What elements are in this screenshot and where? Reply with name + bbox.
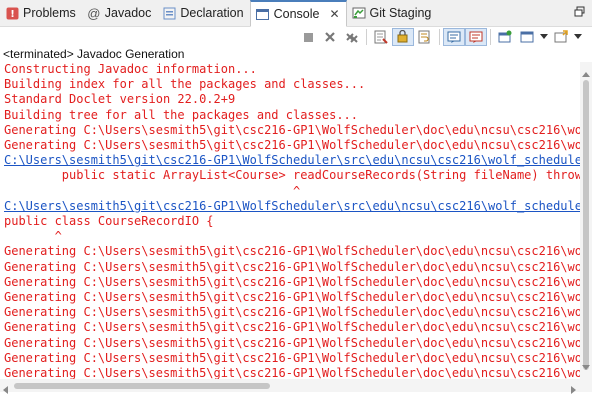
- console-line: Generating C:\Users\sesmith5\git\csc216-…: [4, 138, 580, 153]
- word-wrap-icon[interactable]: [414, 28, 436, 46]
- remove-launch-icon[interactable]: [319, 28, 341, 46]
- javadoc-icon: @: [87, 5, 101, 21]
- git-staging-icon: [352, 6, 366, 20]
- console-link-line[interactable]: C:\Users\sesmith5\git\csc216-GP1\WolfSch…: [4, 199, 580, 214]
- horizontal-scrollbar[interactable]: [0, 379, 580, 394]
- restore-view-icon[interactable]: [574, 5, 586, 17]
- open-console-icon[interactable]: [550, 28, 572, 46]
- pin-console-icon[interactable]: [494, 28, 516, 46]
- scroll-left-icon[interactable]: [3, 381, 9, 399]
- console-output[interactable]: Constructing Javadoc information... Build…: [0, 62, 580, 379]
- scroll-right-icon[interactable]: [571, 381, 577, 399]
- console-line: Standard Doclet version 22.0.2+9: [4, 92, 236, 107]
- vertical-scroll-thumb[interactable]: [583, 80, 589, 370]
- console-line: Generating C:\Users\sesmith5\git\csc216-…: [4, 320, 580, 335]
- toolbar-separator: [366, 29, 367, 45]
- console-line: public class CourseRecordIO {: [4, 214, 214, 229]
- problems-icon: !: [5, 6, 19, 20]
- tab-declaration[interactable]: Declaration: [157, 0, 249, 26]
- console-line: Generating C:\Users\sesmith5\git\csc216-…: [4, 290, 580, 305]
- console-line: Building tree for all the packages and c…: [4, 107, 359, 122]
- chevron-down-icon[interactable]: [538, 28, 550, 46]
- scroll-down-icon[interactable]: [582, 358, 590, 376]
- scroll-lock-icon[interactable]: [392, 28, 414, 46]
- tab-problems[interactable]: ! Problems: [0, 0, 82, 26]
- tab-console[interactable]: Console ✕: [249, 0, 347, 27]
- show-console-on-stderr-icon[interactable]: [465, 28, 487, 46]
- clear-console-icon[interactable]: [370, 28, 392, 46]
- remove-all-terminated-icon[interactable]: [341, 28, 363, 46]
- console-line: Generating C:\Users\sesmith5\git\csc216-…: [4, 274, 580, 289]
- console-line: Generating C:\Users\sesmith5\git\csc216-…: [4, 366, 580, 379]
- tab-javadoc[interactable]: @ Javadoc: [82, 0, 158, 26]
- tab-label: Declaration: [180, 6, 244, 20]
- toolbar-separator: [439, 29, 440, 45]
- console-process-label: <terminated> Javadoc Generation: [3, 47, 185, 61]
- tab-label: Git Staging: [369, 6, 432, 20]
- tab-label: Javadoc: [104, 6, 152, 20]
- console-line: Generating C:\Users\sesmith5\git\csc216-…: [4, 350, 580, 365]
- toolbar-separator: [490, 29, 491, 45]
- console-line: Generating C:\Users\sesmith5\git\csc216-…: [4, 122, 580, 137]
- tab-git-staging[interactable]: Git Staging: [347, 0, 438, 26]
- console-line: ^: [4, 229, 62, 244]
- show-console-on-stdout-icon[interactable]: [443, 28, 465, 46]
- horizontal-scroll-thumb[interactable]: [14, 383, 270, 389]
- view-tab-bar: ! Problems @ Javadoc Declaration Console…: [0, 0, 592, 27]
- declaration-icon: [162, 6, 176, 20]
- console-line: public static ArrayList<Course> readCour…: [4, 168, 580, 183]
- svg-text:!: !: [10, 9, 15, 20]
- tab-label: Problems: [23, 6, 76, 20]
- console-line: Building index for all the packages and …: [4, 77, 366, 92]
- console-toolbar: [0, 27, 592, 47]
- tab-label: Console: [273, 7, 320, 21]
- console-line: ^: [4, 183, 301, 198]
- vertical-scrollbar[interactable]: [580, 62, 592, 379]
- console-line: Generating C:\Users\sesmith5\git\csc216-…: [4, 335, 580, 350]
- close-icon[interactable]: ✕: [329, 7, 339, 21]
- terminate-icon[interactable]: [297, 28, 319, 46]
- console-line: Generating C:\Users\sesmith5\git\csc216-…: [4, 244, 580, 259]
- console-icon: [256, 7, 270, 21]
- console-line: Generating C:\Users\sesmith5\git\csc216-…: [4, 305, 580, 320]
- console-link-line[interactable]: C:\Users\sesmith5\git\csc216-GP1\WolfSch…: [4, 153, 580, 168]
- scrollbar-corner: [580, 379, 592, 392]
- chevron-down-icon[interactable]: [572, 28, 584, 46]
- display-selected-console-icon[interactable]: [516, 28, 538, 46]
- console-line: Generating C:\Users\sesmith5\git\csc216-…: [4, 259, 580, 274]
- console-line: Constructing Javadoc information...: [4, 62, 257, 76]
